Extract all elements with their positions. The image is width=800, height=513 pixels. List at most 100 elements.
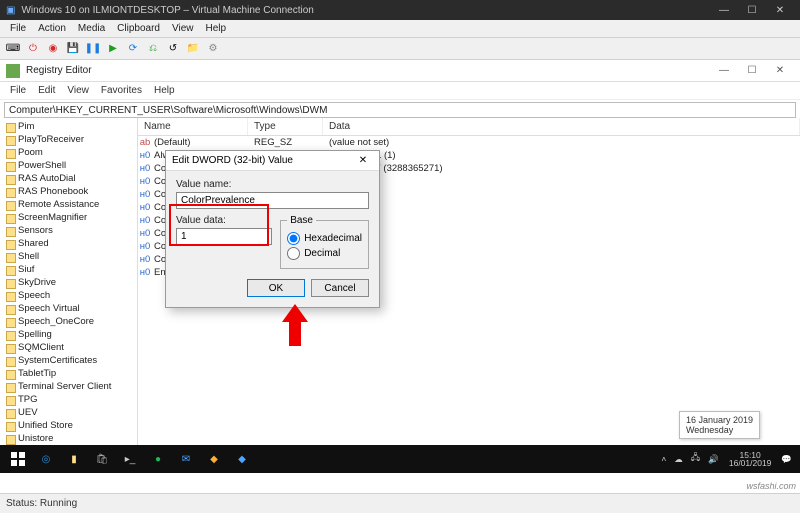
vm-menu-media[interactable]: Media [72,23,111,34]
task-app2[interactable]: ◆ [228,447,256,471]
vm-menu-view[interactable]: View [166,23,200,34]
value-data: 0x00000001 (1) [323,150,800,161]
tree-item[interactable]: Speech_OneCore [0,315,137,328]
ok-button[interactable]: OK [247,279,305,297]
dword-icon: н0 [138,215,152,226]
clock[interactable]: 15:10 16/01/2019 [723,451,778,468]
reg-menu-help[interactable]: Help [148,85,181,96]
dialog-close-button[interactable]: ✕ [353,155,373,166]
tree-item[interactable]: Spelling [0,328,137,341]
reg-menu-favorites[interactable]: Favorites [95,85,148,96]
dword-icon: н0 [138,241,152,252]
annotation-arrow [282,304,308,346]
regedit-icon [6,64,20,78]
tree-item[interactable]: RAS Phonebook [0,185,137,198]
value-data: 0xc40078d7 (3288365271) [323,163,800,174]
regedit-path-bar[interactable]: Computer\HKEY_CURRENT_USER\Software\Micr… [4,102,796,118]
base-legend: Base [287,215,316,226]
tree-item[interactable]: PlayToReceiver [0,133,137,146]
tree-item[interactable]: Unistore [0,432,137,445]
task-store[interactable]: 🛍 [88,447,116,471]
value-data: (value not set) [323,137,800,148]
hex-radio[interactable] [287,232,300,245]
reg-menu-file[interactable]: File [4,85,32,96]
tree-item[interactable]: RAS AutoDial [0,172,137,185]
reg-menu-view[interactable]: View [61,85,95,96]
dword-icon: н0 [138,189,152,200]
dword-icon: н0 [138,176,152,187]
regedit-minimize[interactable]: — [710,65,738,76]
task-terminal[interactable]: ▸_ [116,447,144,471]
task-edge[interactable]: ◎ [32,447,60,471]
tree-item[interactable]: Shared [0,237,137,250]
vm-menu-help[interactable]: Help [199,23,232,34]
dialog-titlebar[interactable]: Edit DWORD (32-bit) Value ✕ [166,151,379,171]
dialog-title: Edit DWORD (32-bit) Value [172,155,353,166]
turnoff-button[interactable]: ⏻ [24,40,42,58]
regedit-body: PimPlayToReceiverPoomPowerShellRAS AutoD… [0,118,800,461]
tree-item[interactable]: Unified Store [0,419,137,432]
tray-net-icon[interactable]: 🖧 [687,452,704,466]
dec-radio[interactable] [287,247,300,260]
value-row[interactable]: ab(Default)REG_SZ(value not set) [138,136,800,149]
start-menu-button[interactable] [4,447,32,471]
task-app1[interactable]: ◆ [200,447,228,471]
minimize-button[interactable]: — [710,5,738,16]
cancel-button[interactable]: Cancel [311,279,369,297]
tree-item[interactable]: Remote Assistance [0,198,137,211]
tree-item[interactable]: UEV [0,406,137,419]
regedit-path: Computer\HKEY_CURRENT_USER\Software\Micr… [9,105,327,116]
tree-item[interactable]: TabletTip [0,367,137,380]
share-button[interactable]: 📁 [184,40,202,58]
start-button[interactable]: ▶ [104,40,122,58]
tree-item[interactable]: TPG [0,393,137,406]
maximize-button[interactable]: ☐ [738,5,766,16]
tree-item[interactable]: Speech [0,289,137,302]
tree-item[interactable]: Shell [0,250,137,263]
vm-menu-file[interactable]: File [4,23,32,34]
tree-item[interactable]: Poom [0,146,137,159]
cad-button[interactable]: ⌨ [4,40,22,58]
task-mail[interactable]: ✉ [172,447,200,471]
shutdown-button[interactable]: ◉ [44,40,62,58]
task-spotify[interactable]: ● [144,447,172,471]
tray-od-icon[interactable]: ☁ [670,454,687,465]
enhanced-button[interactable]: ⚙ [204,40,222,58]
tree-item[interactable]: Speech Virtual [0,302,137,315]
tree-item[interactable]: Terminal Server Client [0,380,137,393]
vm-menu-clipboard[interactable]: Clipboard [111,23,166,34]
revert-button[interactable]: ↺ [164,40,182,58]
vm-menu-action[interactable]: Action [32,23,72,34]
reg-menu-edit[interactable]: Edit [32,85,61,96]
tray-vol-icon[interactable]: 🔊 [704,454,723,465]
regedit-titlebar: Registry Editor — ☐ ✕ [0,60,800,82]
tree-item[interactable]: SkyDrive [0,276,137,289]
tree-item[interactable]: SystemCertificates [0,354,137,367]
tree-item[interactable]: ScreenMagnifier [0,211,137,224]
tray-chevron-icon[interactable]: ˄ [657,454,670,464]
tree-item[interactable]: SQMClient [0,341,137,354]
regedit-tree[interactable]: PimPlayToReceiverPoomPowerShellRAS AutoD… [0,118,138,461]
close-button[interactable]: ✕ [766,5,794,16]
tree-item[interactable]: PowerShell [0,159,137,172]
reset-button[interactable]: ⟳ [124,40,142,58]
tree-item[interactable]: Pim [0,120,137,133]
tree-item[interactable]: Siuf [0,263,137,276]
tray-action-center-icon[interactable]: 💬 [777,454,796,465]
regedit-maximize[interactable]: ☐ [738,65,766,76]
vm-icon: ▣ [6,5,15,16]
task-explorer[interactable]: ▮ [60,447,88,471]
save-button[interactable]: 💾 [64,40,82,58]
col-data[interactable]: Data [323,118,800,135]
watermark: wsfashi.com [746,481,796,491]
pause-button[interactable]: ❚❚ [84,40,102,58]
vm-statusbar: Status: Running [0,493,800,513]
string-icon: ab [138,137,152,148]
col-type[interactable]: Type [248,118,323,135]
dec-label: Decimal [304,248,340,259]
checkpoint-button[interactable]: ⎌ [144,40,162,58]
tree-item[interactable]: Sensors [0,224,137,237]
col-name[interactable]: Name [138,118,248,135]
guest-taskbar[interactable]: ◎ ▮ 🛍 ▸_ ● ✉ ◆ ◆ 16 January 2019 Wednesd… [0,445,800,473]
regedit-close[interactable]: ✕ [766,65,794,76]
